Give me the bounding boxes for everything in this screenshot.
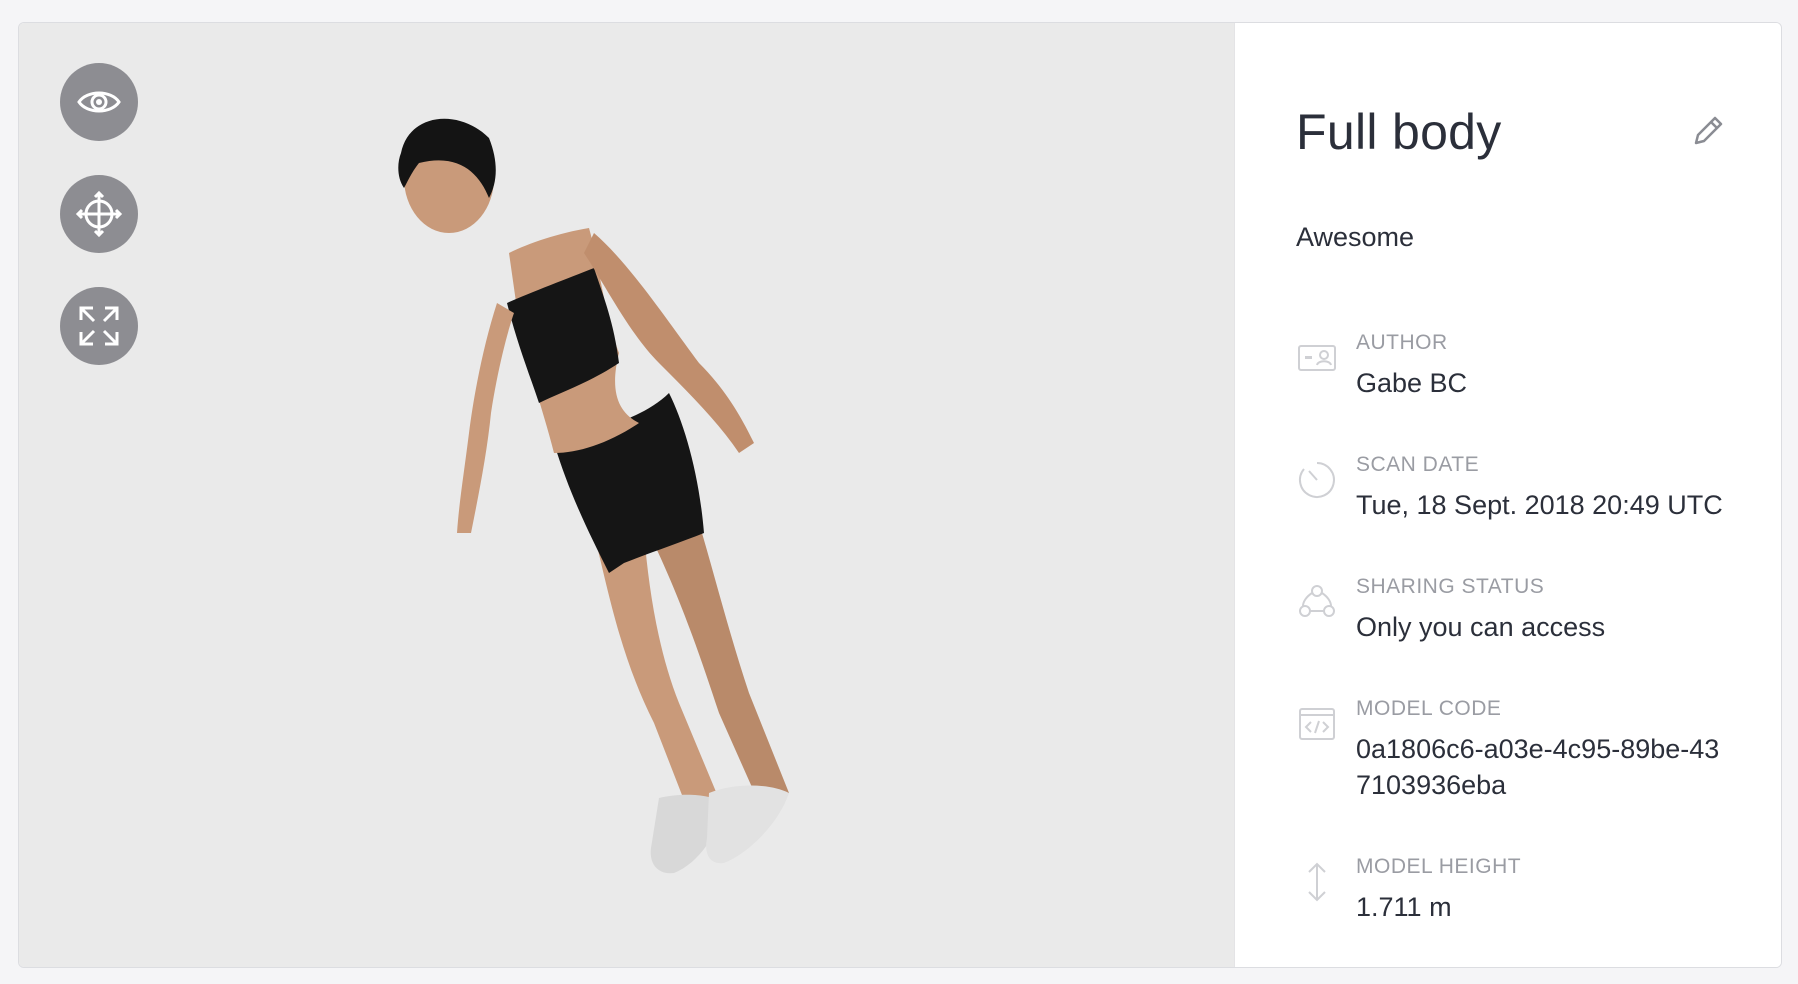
body-scan-model[interactable] bbox=[379, 93, 919, 933]
pencil-icon bbox=[1694, 116, 1723, 145]
model-3d-viewer[interactable] bbox=[19, 23, 1234, 967]
author-field: AUTHOR Gabe BC bbox=[1296, 323, 1736, 401]
code-window-icon bbox=[1299, 708, 1335, 740]
clock-icon bbox=[1299, 462, 1335, 498]
move-button[interactable] bbox=[60, 175, 138, 253]
model-height-field: MODEL HEIGHT 1.711 m bbox=[1296, 847, 1736, 925]
model-height-label: MODEL HEIGHT bbox=[1356, 855, 1522, 878]
model-code-value: 0a1806c6-a03e-4c95-89be-437103936eba bbox=[1356, 734, 1720, 800]
id-card-icon bbox=[1298, 345, 1336, 371]
sharing-status-value: Only you can access bbox=[1356, 612, 1606, 642]
sharing-status-label: SHARING STATUS bbox=[1356, 575, 1545, 598]
eye-icon bbox=[77, 91, 121, 113]
model-height-value: 1.711 m bbox=[1356, 892, 1452, 922]
edit-button[interactable] bbox=[1688, 111, 1728, 151]
model-description: Awesome bbox=[1296, 222, 1415, 252]
scan-date-value: Tue, 18 Sept. 2018 20:49 UTC bbox=[1356, 490, 1723, 520]
model-code-field: MODEL CODE 0a1806c6-a03e-4c95-89be-43710… bbox=[1296, 689, 1736, 803]
view-button[interactable] bbox=[60, 63, 138, 141]
scan-date-label: SCAN DATE bbox=[1356, 453, 1480, 476]
model-code-label: MODEL CODE bbox=[1356, 697, 1502, 720]
move-crosshair-icon bbox=[75, 190, 123, 238]
sharing-status-field: SHARING STATUS Only you can access bbox=[1296, 567, 1736, 645]
author-label: AUTHOR bbox=[1356, 331, 1448, 354]
model-info-panel: Full body Awesome AUTHOR Gabe BC SCAN DA… bbox=[1234, 23, 1781, 967]
share-nodes-icon bbox=[1299, 585, 1335, 617]
scan-date-field: SCAN DATE Tue, 18 Sept. 2018 20:49 UTC bbox=[1296, 445, 1736, 523]
expand-icon bbox=[79, 306, 119, 346]
author-value: Gabe BC bbox=[1356, 368, 1468, 398]
vertical-arrows-icon bbox=[1308, 862, 1326, 902]
model-detail-card: Full body Awesome AUTHOR Gabe BC SCAN DA… bbox=[18, 22, 1782, 968]
model-title: Full body bbox=[1296, 104, 1502, 160]
fullscreen-button[interactable] bbox=[60, 287, 138, 365]
